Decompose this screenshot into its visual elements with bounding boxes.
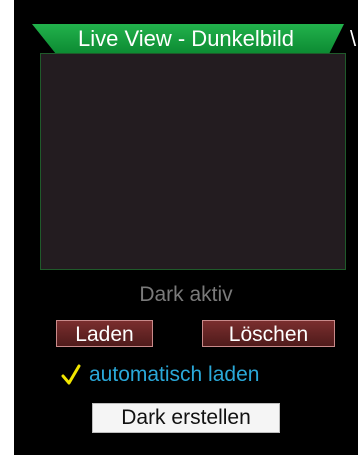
dark-status-text: Dark aktiv: [139, 283, 233, 306]
window-title: Live View - Dunkelbild: [78, 26, 295, 51]
title-tab: Live View - Dunkelbild \: [32, 24, 358, 54]
tab-edge-glyph: \: [350, 26, 357, 51]
live-view-preview: [40, 53, 346, 270]
camera-screen: Live View - Dunkelbild \ Dark aktiv Lade…: [14, 0, 358, 455]
auto-load-label: automatisch laden: [89, 363, 260, 386]
delete-button[interactable]: Löschen: [202, 320, 335, 347]
create-dark-button[interactable]: Dark erstellen: [92, 403, 280, 433]
auto-load-option[interactable]: automatisch laden: [61, 361, 259, 389]
checkmark-icon[interactable]: [61, 364, 81, 386]
load-button[interactable]: Laden: [56, 320, 153, 347]
